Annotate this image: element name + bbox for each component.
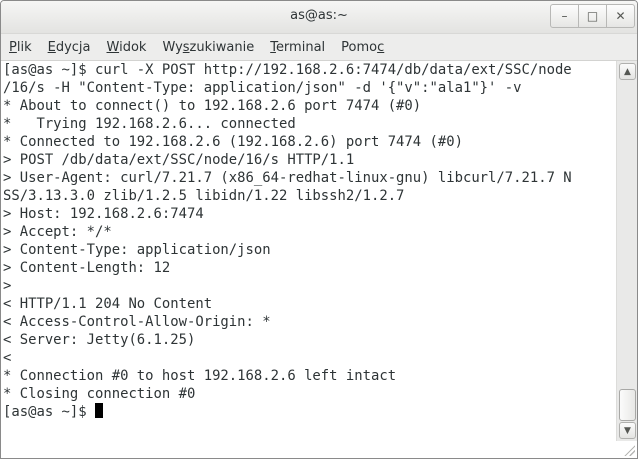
terminal-line: * Connected to 192.168.2.6 (192.168.2.6)… <box>3 134 463 150</box>
menu-bar: Plik Edycja Widok Wyszukiwanie Terminal … <box>1 34 637 61</box>
text-cursor <box>95 403 103 418</box>
terminal-line: > User-Agent: curl/7.21.7 (x86_64-redhat… <box>3 170 572 186</box>
title-bar[interactable]: as@as:~ – □ ✕ <box>1 1 637 34</box>
terminal-line: > Host: 192.168.2.6:7474 <box>3 206 204 222</box>
terminal-line: > Content-Type: application/json <box>3 242 271 258</box>
resize-grip[interactable] <box>623 444 635 456</box>
terminal-line: * Trying 192.168.2.6... connected <box>3 116 296 132</box>
window-title: as@as:~ <box>290 8 348 23</box>
close-icon: ✕ <box>615 9 626 23</box>
terminal-line: < HTTP/1.1 204 No Content <box>3 296 213 312</box>
terminal-line: * Connection #0 to host 192.168.2.6 left… <box>3 368 397 384</box>
menu-pomoc[interactable]: Pomoc <box>333 40 392 55</box>
terminal-line: /16/s -H "Content-Type: application/json… <box>3 80 522 96</box>
menu-edycja[interactable]: Edycja <box>40 40 99 55</box>
minimize-button[interactable]: – <box>550 4 579 28</box>
arrow-up-icon: ▲ <box>624 66 631 77</box>
terminal-line: > Content-Length: 12 <box>3 260 171 276</box>
terminal-line: SS/3.13.3.0 zlib/1.2.5 libidn/1.22 libss… <box>3 188 405 204</box>
scroll-down-button[interactable]: ▼ <box>619 422 636 439</box>
scrollbar-thumb[interactable] <box>619 389 636 421</box>
arrow-down-icon: ▼ <box>624 425 631 436</box>
maximize-button[interactable]: □ <box>579 4 607 28</box>
terminal-line: * About to connect() to 192.168.2.6 port… <box>3 98 422 114</box>
terminal-line: < Server: Jetty(6.1.25) <box>3 332 196 348</box>
maximize-icon: □ <box>586 9 599 23</box>
scroll-up-button[interactable]: ▲ <box>619 63 636 80</box>
prompt-line[interactable]: [as@as ~]$ <box>3 403 613 421</box>
terminal-line: > Accept: */* <box>3 224 112 240</box>
shell-prompt: [as@as ~]$ <box>3 404 95 420</box>
menu-terminal[interactable]: Terminal <box>262 40 333 55</box>
close-button[interactable]: ✕ <box>607 4 635 28</box>
terminal-line: > <box>3 278 12 294</box>
minimize-icon: – <box>561 9 568 23</box>
terminal-line: > POST /db/data/ext/SSC/node/16/s HTTP/1… <box>3 152 355 168</box>
vertical-scrollbar[interactable]: ▲ ▼ <box>616 61 637 441</box>
window-controls: – □ ✕ <box>550 4 635 28</box>
menu-plik[interactable]: Plik <box>1 40 40 55</box>
terminal-output[interactable]: [as@as ~]$ curl -X POST http://192.168.2… <box>3 61 613 441</box>
terminal-line: * Closing connection #0 <box>3 386 196 402</box>
menu-wyszukiwanie[interactable]: Wyszukiwanie <box>154 40 262 55</box>
terminal-line: < Access-Control-Allow-Origin: * <box>3 314 271 330</box>
terminal-line: [as@as ~]$ curl -X POST http://192.168.2… <box>3 62 572 78</box>
terminal-window: as@as:~ – □ ✕ Plik Edycja Widok Wyszukiw… <box>0 0 638 459</box>
terminal-line: < <box>3 350 12 366</box>
menu-widok[interactable]: Widok <box>99 40 155 55</box>
